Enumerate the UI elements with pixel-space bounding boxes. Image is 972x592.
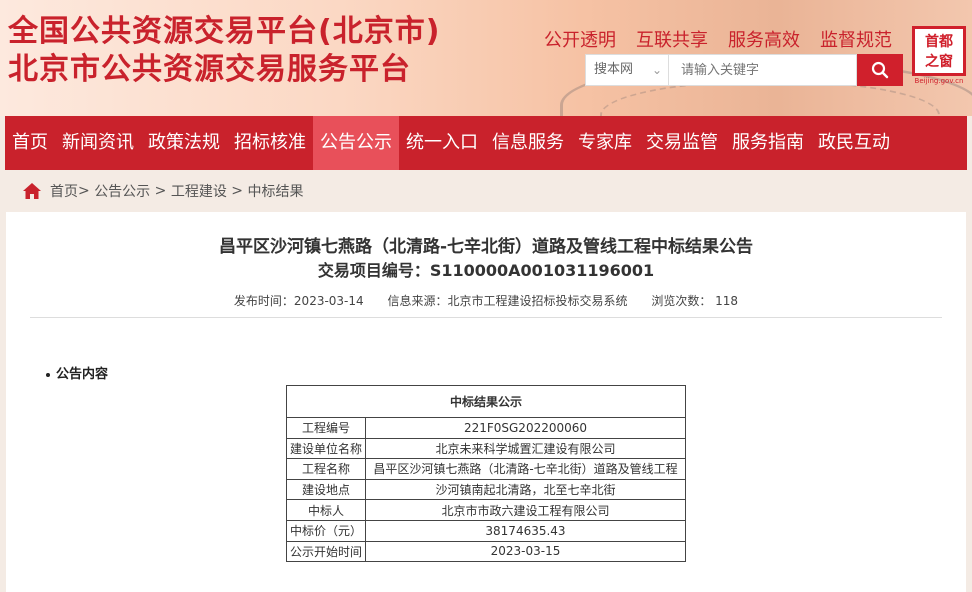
divider [30, 317, 942, 318]
publish-time: 发布时间：2023-03-14 [233, 294, 364, 308]
nav-item-policy[interactable]: 政策法规 [141, 116, 227, 170]
breadcrumb-sep: > [78, 183, 95, 199]
announcement-title: 昌平区沙河镇七燕路（北清路-七辛北街）道路及管线工程中标结果公告 [218, 237, 754, 257]
row-value: 昌平区沙河镇七燕路（北清路-七辛北街）道路及管线工程 [365, 458, 686, 480]
breadcrumb-sep: > [150, 183, 171, 199]
result-table: 中标结果公示 工程编号 221F0SG202200060 建设单位名称 北京未来… [286, 385, 686, 563]
row-label: 建设单位名称 [286, 437, 366, 460]
row-value: 北京市市政六建设工程有限公司 [365, 499, 686, 521]
nav-item-announcements[interactable]: 公告公示 [313, 116, 399, 170]
logo-line1: 首都 [925, 34, 953, 50]
section-heading: 公告内容 [46, 363, 108, 382]
project-code: 交易项目编号：S110000A001031196001 [317, 261, 655, 280]
slogan-item: 服务高效 [728, 30, 800, 51]
row-value: 221F0SG202200060 [365, 417, 686, 439]
nav-item-service-guide[interactable]: 服务指南 [725, 116, 811, 170]
nav-item-news[interactable]: 新闻资讯 [55, 116, 141, 170]
beijing-gov-logo[interactable]: 首都 之窗 Beijing.gov.cn [912, 26, 966, 85]
search-input[interactable] [669, 54, 857, 86]
nav-item-supervision[interactable]: 交易监管 [639, 116, 725, 170]
search-scope-label: 搜本网 [594, 62, 634, 77]
breadcrumb-announcements[interactable]: 公告公示 [94, 181, 150, 201]
slogan-item: 监督规范 [820, 30, 892, 51]
row-value: 沙河镇南起北清路，北至七辛北街 [365, 478, 686, 501]
search-icon [871, 61, 889, 79]
table-row: 工程编号 221F0SG202200060 [286, 417, 686, 439]
table-row: 中标价（元） 38174635.43 [286, 519, 686, 542]
nav-item-home[interactable]: 首页 [5, 116, 55, 170]
row-label: 中标价（元） [286, 519, 366, 542]
logo-line2: 之窗 [925, 54, 953, 70]
table-header-row: 中标结果公示 [286, 385, 686, 418]
row-value: 北京未来科学城置汇建设有限公司 [365, 437, 686, 460]
slogan-item: 互联共享 [636, 30, 708, 51]
search-bar: 搜本网 ⌄ [585, 54, 903, 86]
main-nav: 首页 新闻资讯 政策法规 招标核准 公告公示 统一入口 信息服务 专家库 交易监… [5, 116, 967, 170]
breadcrumb: 首页 > 公告公示 > 工程建设 > 中标结果 [22, 180, 303, 202]
row-label: 工程名称 [286, 458, 366, 480]
view-count: 浏览次数： 118 [651, 294, 739, 308]
table-heading: 中标结果公示 [286, 385, 686, 418]
nav-item-expert-db[interactable]: 专家库 [571, 116, 639, 170]
row-value: 2023-03-15 [365, 540, 686, 563]
home-icon[interactable] [22, 182, 42, 200]
nav-item-bidding-approval[interactable]: 招标核准 [227, 116, 313, 170]
slogan-item: 公开透明 [544, 30, 616, 51]
site-title-line2: 北京市公共资源交易服务平台 [8, 52, 411, 87]
table-row: 建设地点 沙河镇南起北清路，北至七辛北街 [286, 478, 686, 501]
breadcrumb-engineering[interactable]: 工程建设 [171, 181, 227, 201]
slogan-bar: 公开透明 互联共享 服务高效 监督规范 [544, 26, 892, 52]
section-title: 公告内容 [56, 367, 109, 382]
nav-item-unified-entry[interactable]: 统一入口 [399, 116, 485, 170]
table-row: 工程名称 昌平区沙河镇七燕路（北清路-七辛北街）道路及管线工程 [286, 458, 686, 480]
announcement-meta: 发布时间：2023-03-14 信息来源：北京市工程建设招标投标交易系统 浏览次… [6, 292, 966, 309]
table-row: 建设单位名称 北京未来科学城置汇建设有限公司 [286, 437, 686, 460]
row-label: 中标人 [286, 499, 366, 521]
row-value: 38174635.43 [365, 519, 686, 542]
nav-item-interaction[interactable]: 政民互动 [811, 116, 897, 170]
row-label: 公示开始时间 [286, 540, 366, 563]
table-row: 公示开始时间 2023-03-15 [286, 540, 686, 563]
site-header: 全国公共资源交易平台(北京市) 北京市公共资源交易服务平台 公开透明 互联共享 … [0, 0, 972, 116]
table-row: 中标人 北京市市政六建设工程有限公司 [286, 499, 686, 521]
chevron-down-icon: ⌄ [651, 63, 662, 77]
info-source: 信息来源：北京市工程建设招标投标交易系统 [387, 294, 628, 308]
search-button[interactable] [857, 54, 903, 86]
row-label: 建设地点 [286, 478, 366, 501]
row-label: 工程编号 [286, 417, 366, 439]
breadcrumb-sep: > [226, 183, 248, 199]
logo-sub: Beijing.gov.cn [914, 77, 964, 85]
content-panel: 昌平区沙河镇七燕路（北清路-七辛北街）道路及管线工程中标结果公告 交易项目编号：… [6, 212, 966, 592]
breadcrumb-current: 中标结果 [247, 184, 304, 200]
breadcrumb-home[interactable]: 首页 [50, 181, 78, 201]
bullet-icon [46, 372, 50, 377]
nav-item-info-service[interactable]: 信息服务 [485, 116, 571, 170]
search-scope-select[interactable]: 搜本网 ⌄ [585, 54, 669, 86]
